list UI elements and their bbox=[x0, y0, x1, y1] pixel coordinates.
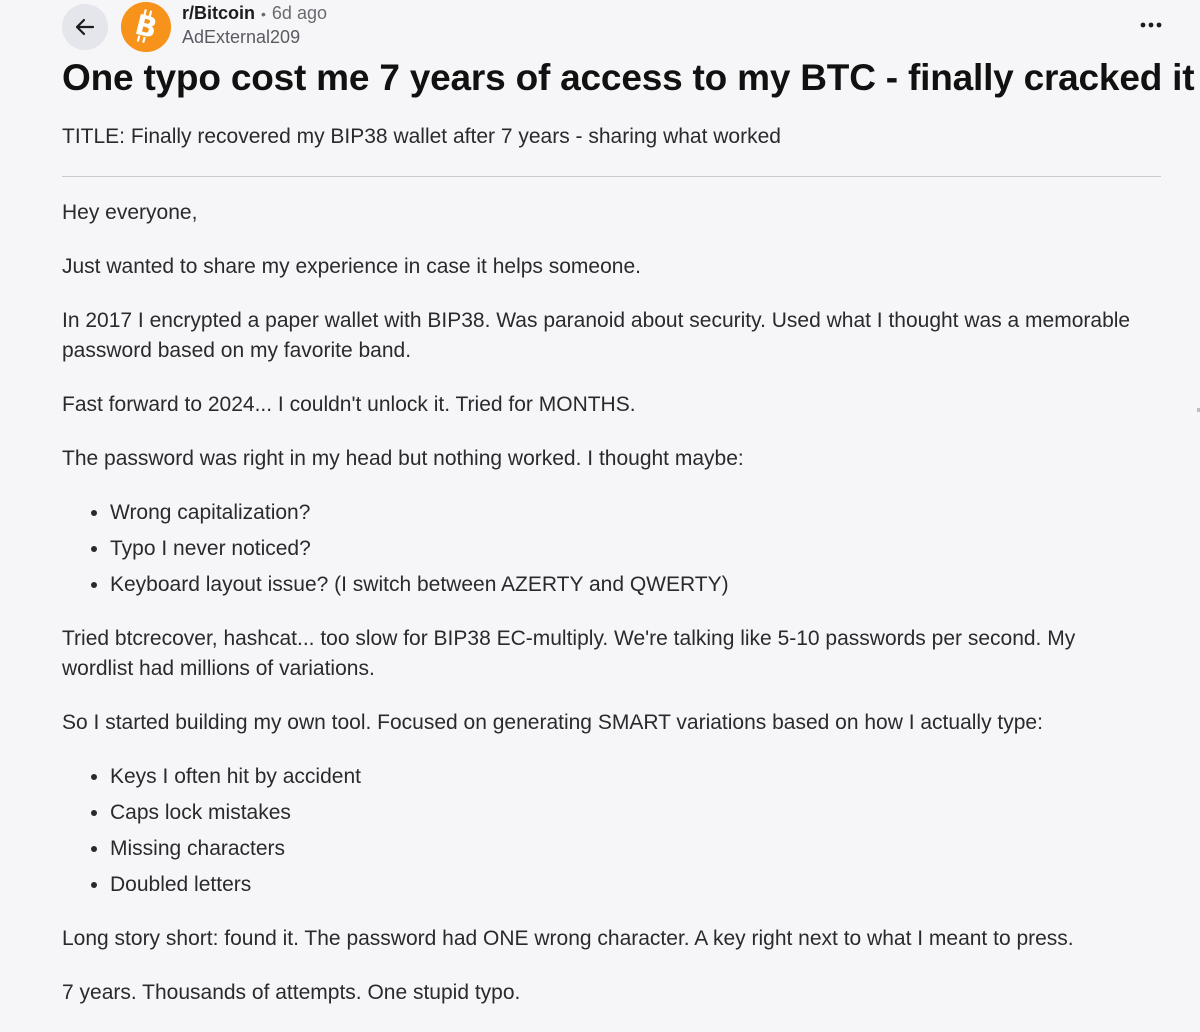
list-item: Missing characters bbox=[110, 834, 1152, 864]
author-link[interactable]: AdExternal209 bbox=[182, 26, 327, 49]
list-item: Typo I never noticed? bbox=[110, 534, 1152, 564]
post-age: 6d ago bbox=[271, 3, 327, 23]
post-body: Hey everyone, Just wanted to share my ex… bbox=[62, 198, 1152, 1032]
paragraph: Long story short: found it. The password… bbox=[62, 927, 1074, 950]
post-subtitle: TITLE: Finally recovered my BIP38 wallet… bbox=[62, 125, 781, 148]
post-meta: r/Bitcoin • 6d ago AdExternal209 bbox=[182, 2, 327, 49]
paragraph: Fast forward to 2024... I couldn't unloc… bbox=[62, 393, 636, 416]
back-button[interactable] bbox=[62, 4, 108, 50]
list-item: Keyboard layout issue? (I switch between… bbox=[110, 570, 1152, 600]
paragraph: Just wanted to share my experience in ca… bbox=[62, 255, 641, 278]
list-item: Keys I often hit by accident bbox=[110, 762, 1152, 792]
ellipsis-icon bbox=[1140, 22, 1162, 28]
more-options-button[interactable] bbox=[1136, 14, 1166, 36]
subreddit-link[interactable]: r/Bitcoin bbox=[182, 2, 255, 25]
paragraph: 7 years. Thousands of attempts. One stup… bbox=[62, 981, 521, 1004]
meta-separator: • bbox=[261, 6, 266, 22]
paragraph: The password was right in my head but no… bbox=[62, 447, 744, 470]
paragraph: Hey everyone, bbox=[62, 201, 198, 224]
list-item: Wrong capitalization? bbox=[110, 498, 1152, 528]
paragraph: So I started building my own tool. Focus… bbox=[62, 711, 1043, 734]
arrow-left-icon bbox=[75, 18, 95, 36]
bitcoin-logo-icon: B bbox=[121, 2, 171, 52]
bullet-list: Wrong capitalization? Typo I never notic… bbox=[62, 498, 1152, 600]
list-item: Doubled letters bbox=[110, 870, 1152, 900]
post-header: B r/Bitcoin • 6d ago AdExternal209 bbox=[0, 0, 1200, 52]
avatar[interactable]: B bbox=[121, 2, 171, 52]
post-title: One typo cost me 7 years of access to my… bbox=[62, 57, 1195, 98]
paragraph: In 2017 I encrypted a paper wallet with … bbox=[62, 309, 1131, 362]
divider bbox=[62, 176, 1161, 177]
bullet-list: Keys I often hit by accident Caps lock m… bbox=[62, 762, 1152, 900]
list-item: Caps lock mistakes bbox=[110, 798, 1152, 828]
paragraph: Tried btcrecover, hashcat... too slow fo… bbox=[62, 627, 1076, 680]
